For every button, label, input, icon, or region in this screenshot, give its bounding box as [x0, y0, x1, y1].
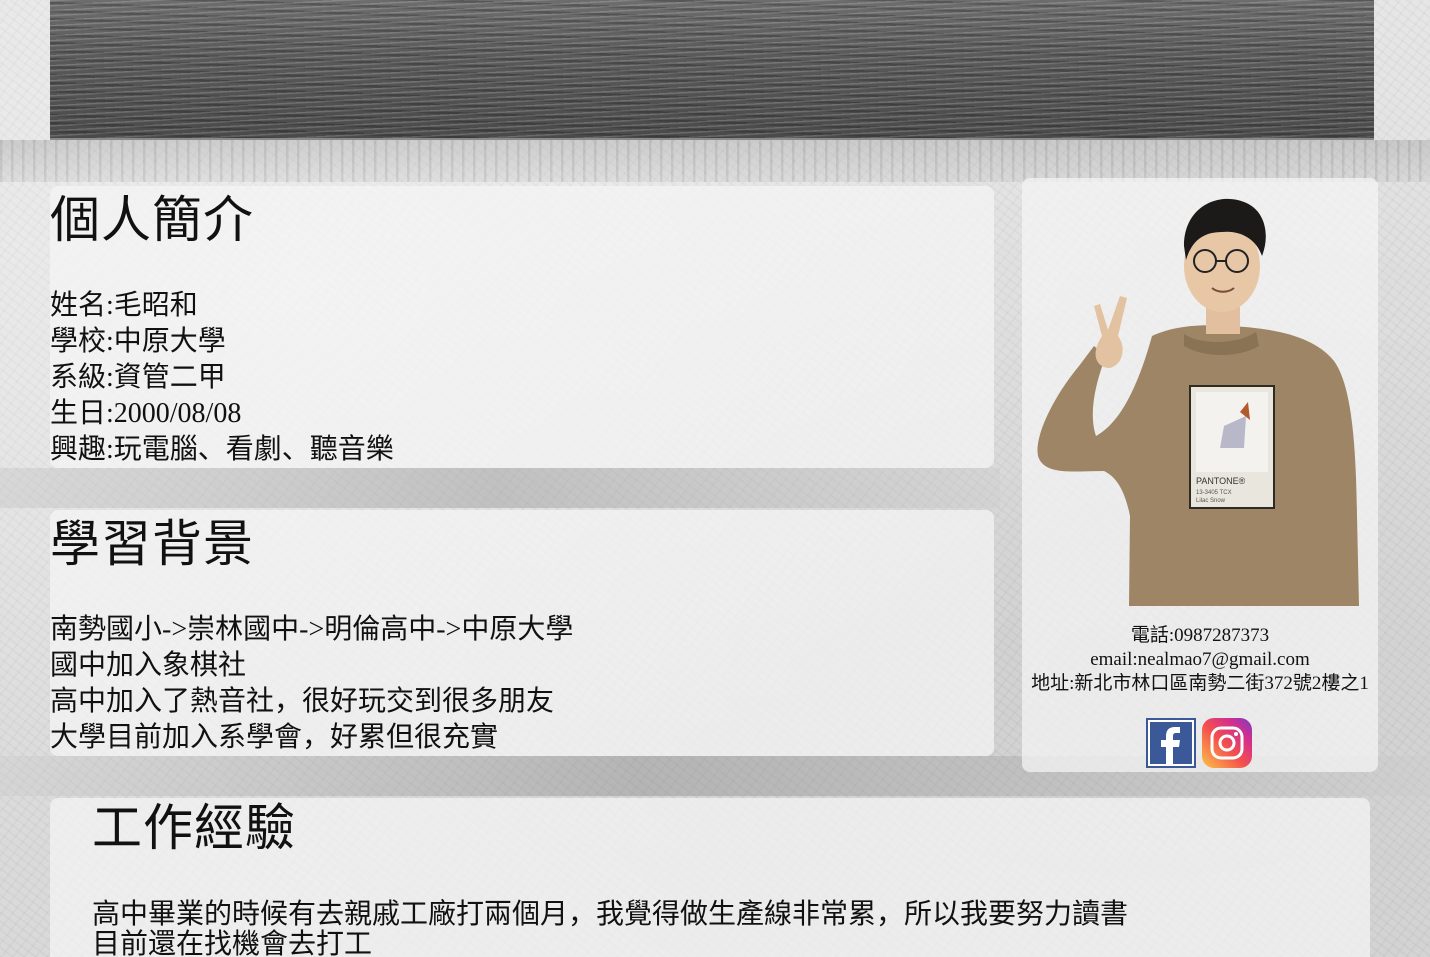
- profile-sidebar: PANTONE® 13-3405 TCX Lilac Snow 電話:09872…: [1022, 178, 1378, 772]
- profile-photo: PANTONE® 13-3405 TCX Lilac Snow: [1037, 198, 1359, 606]
- education-section: 學習背景 南勢國小->崇林國中->明倫高中->中原大學 國中加入象棋社 高中加入…: [50, 510, 994, 756]
- work-current: 目前還在找機會去打工: [92, 929, 373, 957]
- intro-birthday: 生日:2000/08/08: [50, 398, 242, 429]
- texture-band: [0, 140, 1430, 182]
- intro-name: 姓名:毛昭和: [50, 290, 198, 321]
- social-links: [1146, 718, 1252, 768]
- banner-sea-photo: [50, 0, 1374, 140]
- work-heading: 工作經驗: [92, 799, 296, 857]
- contact-email: email:nealmao7@gmail.com: [1090, 649, 1310, 670]
- shirt-print-code: 13-3405 TCX: [1196, 490, 1232, 496]
- contact-info: 電話:0987287373 email:nealmao7@gmail.com 地…: [1022, 624, 1378, 696]
- intro-details: 姓名:毛昭和 學校:中原大學 系級:資管二甲 生日:2000/08/08 興趣:…: [50, 288, 394, 468]
- education-junior-high: 國中加入象棋社: [50, 650, 247, 681]
- intro-class: 系級:資管二甲: [50, 362, 226, 393]
- education-path: 南勢國小->崇林國中->明倫高中->中原大學: [50, 614, 574, 645]
- work-factory: 高中畢業的時候有去親戚工廠打兩個月，我覺得做生產線非常累，所以我要努力讀書: [92, 899, 1129, 930]
- facebook-icon[interactable]: [1146, 718, 1196, 768]
- shirt-print-text: PANTONE®: [1196, 476, 1246, 486]
- intro-section: 個人簡介 姓名:毛昭和 學校:中原大學 系級:資管二甲 生日:2000/08/0…: [50, 186, 994, 468]
- education-details: 南勢國小->崇林國中->明倫高中->中原大學 國中加入象棋社 高中加入了熱音社，…: [50, 612, 573, 756]
- intro-school: 學校:中原大學: [50, 326, 226, 357]
- contact-address: 地址:新北市林口區南勢二街372號2樓之1: [1031, 673, 1369, 694]
- education-senior-high: 高中加入了熱音社，很好玩交到很多朋友: [50, 686, 555, 717]
- instagram-icon[interactable]: [1202, 718, 1252, 768]
- intro-hobbies: 興趣:玩電腦、看劇、聽音樂: [50, 434, 394, 465]
- contact-phone: 電話:0987287373: [1130, 625, 1270, 646]
- shirt-print-name: Lilac Snow: [1196, 498, 1226, 504]
- work-section: 工作經驗 高中畢業的時候有去親戚工廠打兩個月，我覺得做生產線非常累，所以我要努力…: [50, 798, 1370, 957]
- education-university: 大學目前加入系學會，好累但很充實: [50, 722, 499, 753]
- education-heading: 學習背景: [50, 515, 254, 573]
- work-details: 高中畢業的時候有去親戚工廠打兩個月，我覺得做生產線非常累，所以我要努力讀書 目前…: [92, 900, 1128, 957]
- intro-heading: 個人簡介: [50, 191, 254, 249]
- texture-band: [0, 468, 1000, 508]
